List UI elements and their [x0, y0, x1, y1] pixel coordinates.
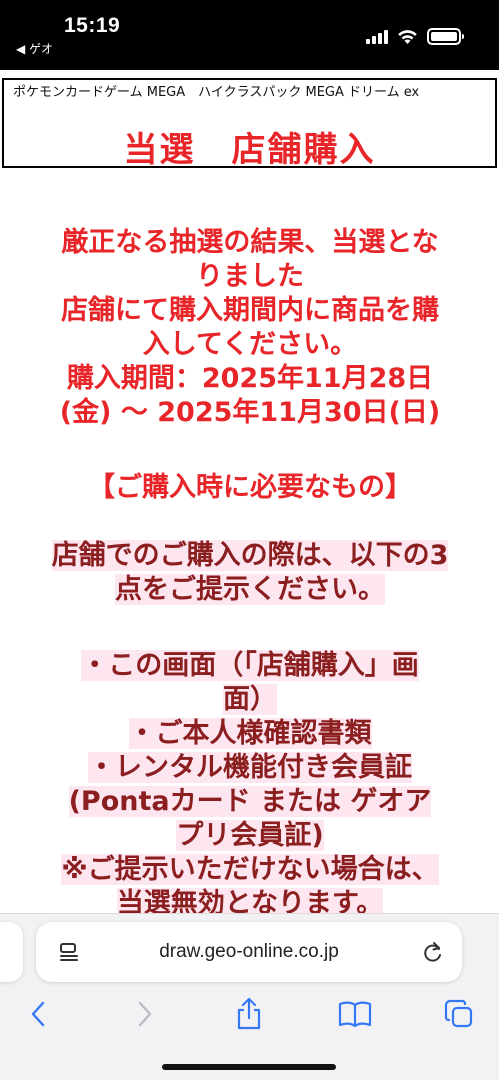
cellular-signal-icon	[366, 29, 388, 44]
result-line: 厳正なる抽選の結果、当選とな	[61, 227, 439, 258]
required-items-list: ・この画面（「店舗購入」画 面） ・ご本人様確認書類 ・レンタル機能付き会員証 …	[20, 649, 480, 913]
intro-line: 点をご提示ください。	[115, 574, 385, 605]
previous-tab-preview[interactable]	[0, 922, 23, 982]
status-bar: 15:19 ◀ ゲオ	[0, 0, 499, 70]
forward-button[interactable]	[123, 992, 167, 1036]
battery-icon	[427, 28, 464, 45]
address-bar[interactable]: draw.geo-online.co.jp	[36, 922, 462, 982]
list-item: プリ会員証)	[176, 820, 324, 851]
bookmarks-button[interactable]	[333, 992, 377, 1036]
browser-bottom-bar: draw.geo-online.co.jp	[0, 913, 499, 1080]
required-items-intro: 店舗でのご購入の際は、以下の3 点をご提示ください。	[20, 539, 480, 607]
forward-icon	[138, 1001, 152, 1027]
page-title: 当選 店舗購入	[123, 130, 376, 170]
required-items-heading: 【ご購入時に必要なもの】	[88, 472, 412, 503]
purchase-period-line: (金) ～ 2025年11月30日(日)	[59, 397, 441, 428]
home-indicator[interactable]	[162, 1064, 336, 1070]
back-to-app-link[interactable]: ◀ ゲオ	[16, 40, 53, 57]
product-name: ポケモンカードゲーム MEGA ハイクラスパック MEGA ドリーム ex	[13, 85, 420, 100]
result-line: 入してください。	[142, 329, 358, 360]
list-item: ・レンタル機能付き会員証	[88, 752, 412, 783]
tabs-icon	[444, 999, 473, 1028]
page-content: 厳正なる抽選の結果、当選とな りました 店舗にて購入期間内に商品を購 入してくだ…	[0, 168, 499, 913]
back-button[interactable]	[16, 992, 60, 1036]
share-button[interactable]	[227, 992, 271, 1036]
purchase-period-line: 購入期間：2025年11月28日	[66, 363, 434, 394]
status-time: 15:19	[64, 14, 121, 37]
warning-note: 当選無効となります。	[116, 888, 384, 913]
back-icon	[31, 1001, 45, 1027]
intro-line: 店舗でのご購入の際は、以下の3	[51, 540, 449, 571]
warning-note: ※ご提示いただけない場合は、	[61, 854, 439, 885]
lottery-result-message: 厳正なる抽選の結果、当選とな りました 店舗にて購入期間内に商品を購 入してくだ…	[20, 226, 480, 430]
status-icons	[366, 28, 464, 45]
list-item: 面）	[223, 684, 277, 715]
result-line: 店舗にて購入期間内に商品を購	[61, 295, 439, 326]
list-item: (Pontaカード または ゲオア	[68, 786, 432, 817]
bookmarks-icon	[338, 1001, 372, 1028]
tabs-button[interactable]	[437, 992, 481, 1036]
wifi-icon	[398, 29, 417, 44]
reload-icon[interactable]	[422, 940, 444, 964]
url-text[interactable]: draw.geo-online.co.jp	[36, 941, 462, 963]
list-item: ・ご本人様確認書類	[128, 718, 372, 749]
page-header: ポケモンカードゲーム MEGA ハイクラスパック MEGA ドリーム ex 当選…	[2, 78, 497, 170]
result-line: りました	[196, 261, 304, 292]
browser-toolbar	[0, 992, 499, 1042]
list-item: ・この画面（「店舗購入」画	[81, 650, 419, 681]
share-icon	[237, 997, 261, 1030]
